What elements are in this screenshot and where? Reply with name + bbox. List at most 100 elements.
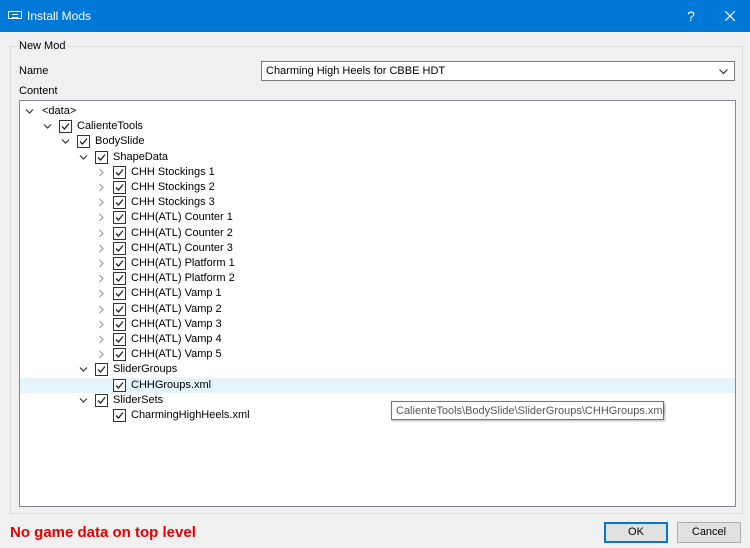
tree-item-label: <data> [42,105,77,117]
checkmark-icon [97,396,106,404]
chevron-right-icon[interactable] [97,320,106,329]
tree-checkbox[interactable] [113,317,126,331]
chevron-down-icon[interactable] [61,137,70,146]
chevron-down-icon[interactable] [79,396,88,405]
chevron-right-icon[interactable] [97,229,106,238]
tree-row[interactable]: SliderGroups [20,362,735,377]
tree-checkbox[interactable] [113,181,126,194]
chevron-right-icon[interactable] [97,350,106,359]
tree-checkbox[interactable] [113,333,126,346]
chevron-down-icon[interactable] [25,107,34,116]
tree-row[interactable]: CHH(ATL) Platform 1 [20,256,735,271]
chevron-down-icon[interactable] [79,153,88,162]
tree-row[interactable]: CHH(ATL) Vamp 3 [20,317,735,332]
tree-row[interactable]: CHH(ATL) Counter 1 [20,210,735,225]
tree-row[interactable]: CHH(ATL) Vamp 4 [20,332,735,347]
chevron-down-icon[interactable] [79,365,88,374]
cancel-button[interactable]: Cancel [677,522,741,543]
chevron-right-icon[interactable] [97,305,106,314]
name-value: Charming High Heels for CBBE HDT [266,65,446,77]
group-title: New Mod [17,40,68,52]
checkmark-icon [115,305,124,313]
tree-item-label: CHH(ATL) Vamp 4 [131,333,222,345]
chevron-right-icon[interactable] [97,183,106,192]
tree-row[interactable]: CHH(ATL) Counter 3 [20,241,735,256]
tree-checkbox[interactable] [113,211,126,225]
tree-checkbox[interactable] [95,393,108,407]
chevron-right-icon[interactable] [97,213,106,222]
chevron-right-icon[interactable] [97,168,106,177]
tree-item-label: CharmingHighHeels.xml [131,409,250,421]
name-combobox[interactable]: Charming High Heels for CBBE HDT [261,61,735,81]
tree-row[interactable]: ShapeData [20,150,735,165]
chevron-right-icon[interactable] [97,335,106,344]
chevron-right-icon[interactable] [97,259,106,268]
checkmark-icon [115,229,124,237]
close-icon [725,11,735,21]
name-label: Name [19,65,49,77]
tree-item-label: CHH Stockings 1 [131,165,215,178]
tree-checkbox[interactable] [113,165,126,179]
chevron-right-icon[interactable] [97,274,106,283]
content-tree[interactable]: <data> CalienteTools BodySlide ShapeData CHH… [19,100,736,507]
tree-checkbox[interactable] [113,241,126,255]
checkmark-icon [115,320,124,328]
tree-item-label: SliderGroups [113,363,178,376]
error-message: No game data on top level [10,524,196,541]
tree-checkbox[interactable] [113,272,126,286]
tree-checkbox[interactable] [113,287,126,301]
tree-checkbox[interactable] [113,302,126,316]
tree-row[interactable]: CHH Stockings 1 [20,165,735,180]
chevron-right-icon[interactable] [97,289,106,298]
title-bar[interactable]: Install Mods ? [0,0,750,32]
tree-row[interactable]: BodySlide [20,134,735,149]
tree-checkbox[interactable] [113,226,126,240]
tree-row[interactable]: CHH(ATL) Platform 2 [20,271,735,286]
tree-item-label: CHH(ATL) Platform 1 [131,257,235,269]
tree-item-label: CalienteTools [77,120,144,133]
checkmark-icon [115,168,124,176]
checkmark-icon [115,336,124,343]
help-button[interactable]: ? [672,0,710,32]
ok-button[interactable]: OK [604,522,668,543]
tree-checkbox[interactable] [77,135,90,149]
tree-checkbox[interactable] [95,363,108,377]
tree-item-label: SliderSets [113,393,164,406]
tree-item-label: CHH(ATL) Vamp 1 [131,287,222,300]
tree-item-label: CHH(ATL) Counter 3 [131,241,233,254]
tree-row[interactable]: CHH Stockings 3 [20,195,735,210]
tree-row[interactable]: CHH(ATL) Counter 2 [20,226,735,241]
tree-checkbox[interactable] [113,196,126,210]
tree-checkbox[interactable] [113,257,126,270]
tree-row[interactable]: CHHGroups.xml [20,377,735,393]
tree-item-label: BodySlide [95,135,145,148]
tree-item-label: CHH Stockings 2 [131,181,215,193]
tree-row[interactable]: CHH(ATL) Vamp 1 [20,286,735,301]
checkmark-icon [115,214,124,222]
chevron-down-icon [719,69,728,75]
tree-checkbox[interactable] [113,409,126,422]
tree-row[interactable]: CalienteTools [20,119,735,134]
tree-row[interactable]: CHH Stockings 2 [20,180,735,195]
close-button[interactable] [710,0,750,32]
path-tooltip: CalienteTools\BodySlide\SliderGroups\CHH… [391,401,665,420]
tree-row[interactable]: CHH(ATL) Vamp 5 [20,347,735,362]
tree-row[interactable]: <data> [20,104,735,119]
chevron-right-icon[interactable] [97,198,106,207]
chevron-right-icon[interactable] [97,244,106,253]
tree-item-label: CHH(ATL) Vamp 2 [131,302,222,315]
tree-row[interactable]: CHH(ATL) Vamp 2 [20,302,735,317]
checkmark-icon [61,123,70,131]
checkmark-icon [115,290,124,298]
tree-item-label: ShapeData [113,150,169,163]
tree-checkbox[interactable] [95,150,108,164]
tree-item-label: CHH(ATL) Counter 2 [131,226,233,239]
checkmark-icon [115,275,124,283]
tree-item-label: CHH(ATL) Vamp 5 [131,348,222,361]
checkmark-icon [115,351,124,359]
checkmark-icon [79,138,88,146]
tree-checkbox[interactable] [113,378,126,392]
tree-checkbox[interactable] [59,120,72,134]
chevron-down-icon[interactable] [43,122,52,131]
tree-checkbox[interactable] [113,348,126,362]
